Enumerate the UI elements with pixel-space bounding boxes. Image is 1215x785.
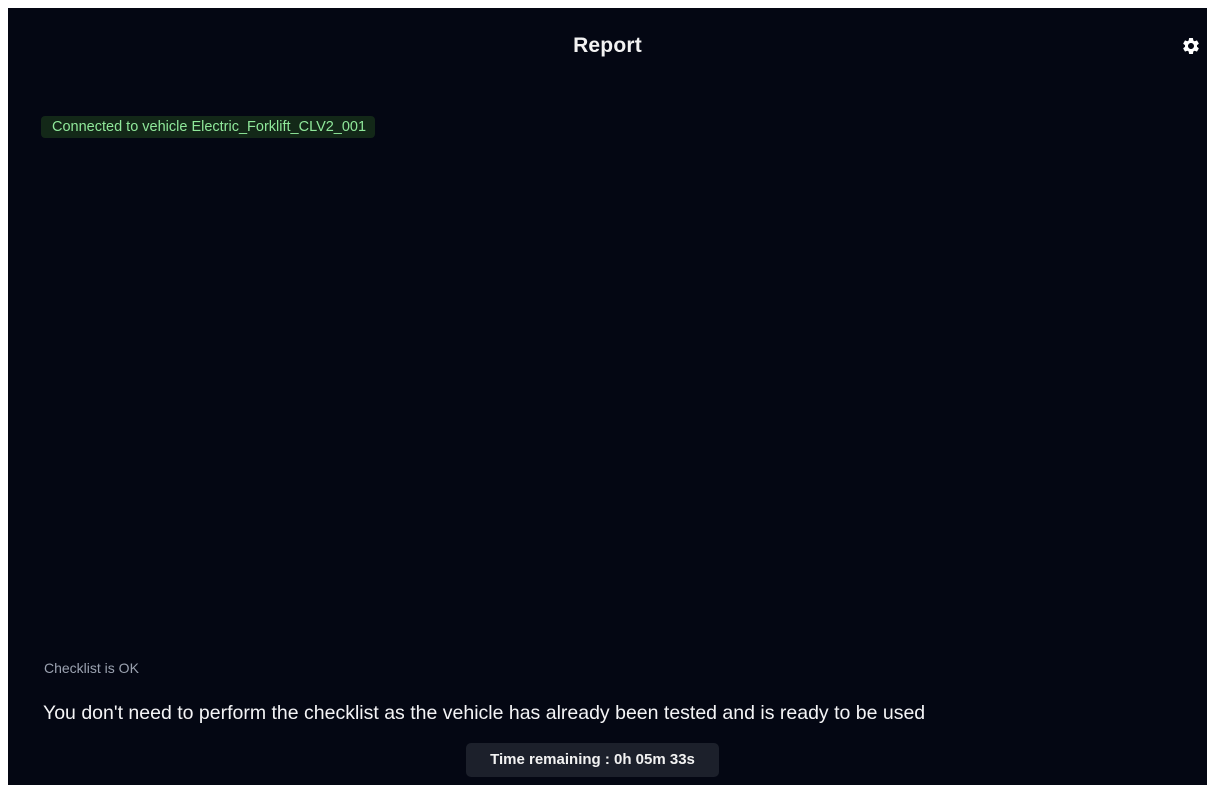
gear-icon [1183,37,1199,54]
connection-status-badge: Connected to vehicle Electric_Forklift_C… [41,116,376,138]
settings-button[interactable] [1181,36,1201,56]
app-screen: Report Connected to vehicle Electric_For… [8,8,1207,785]
time-remaining-badge: Time remaining : 0h 05m 33s [466,743,719,777]
checklist-status-label: Checklist is OK [44,660,139,676]
checklist-message: You don't need to perform the checklist … [43,702,926,724]
page-title: Report [573,34,642,57]
